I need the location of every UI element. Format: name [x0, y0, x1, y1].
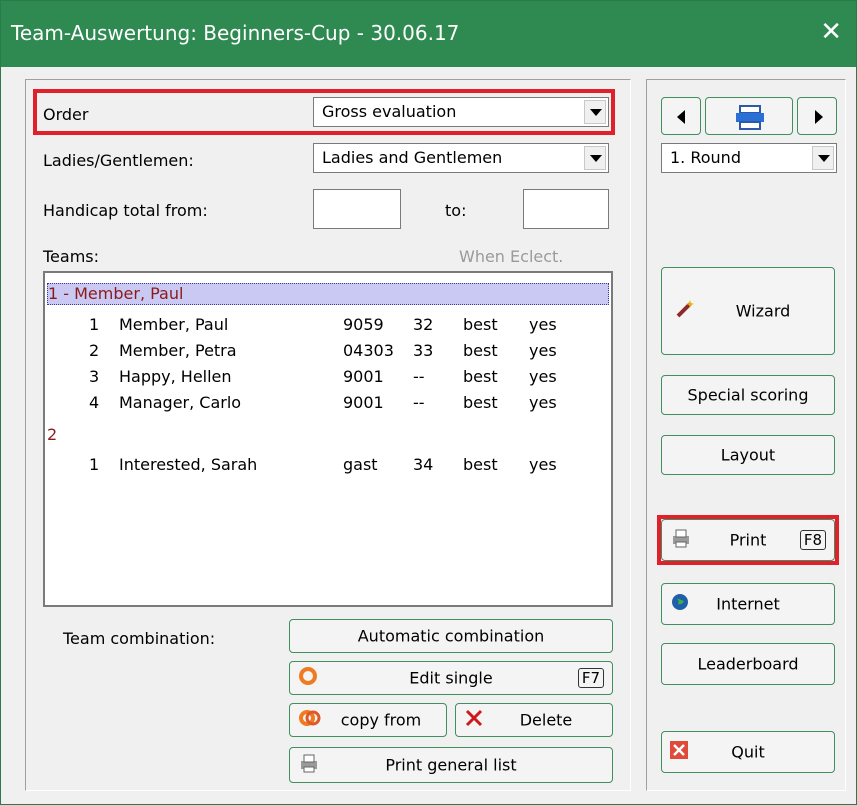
team-header[interactable]: 2 — [47, 425, 609, 447]
edit-single-button[interactable]: Edit single F7 — [289, 661, 613, 695]
team-member-row[interactable]: 4 Manager, Carlo 9001 -- best yes — [45, 393, 611, 419]
team-header[interactable]: 1 - Member, Paul — [47, 283, 609, 305]
close-icon[interactable]: ✕ — [820, 17, 842, 47]
f8-shortcut-badge: F8 — [799, 530, 826, 550]
triangle-right-icon — [815, 110, 823, 124]
team-member-row[interactable]: 3 Happy, Hellen 9001 -- best yes — [45, 367, 611, 393]
window-title: Team-Auswertung: Beginners-Cup - 30.06.1… — [11, 21, 460, 45]
chevron-down-icon[interactable] — [812, 146, 834, 170]
order-label: Order — [43, 105, 89, 124]
wizard-button[interactable]: Wizard — [661, 267, 835, 355]
chevron-down-icon[interactable] — [584, 146, 606, 170]
f7-shortcut-badge: F7 — [577, 668, 604, 688]
copy-from-button[interactable]: copy from — [289, 703, 447, 737]
automatic-combination-button[interactable]: Automatic combination — [289, 619, 613, 653]
previous-round-button[interactable] — [661, 97, 701, 135]
order-select[interactable]: Gross evaluation — [313, 97, 609, 127]
handicap-from-input[interactable] — [313, 189, 401, 229]
internet-button[interactable]: Internet — [661, 583, 835, 625]
print-button[interactable]: Print F8 — [661, 519, 835, 561]
print-preview-button[interactable] — [705, 97, 793, 135]
special-scoring-button[interactable]: Special scoring — [661, 375, 835, 415]
teams-label: Teams: — [43, 247, 100, 266]
round-select-value: 1. Round — [670, 148, 741, 167]
teams-list[interactable]: 1 - Member, Paul 1 Member, Paul 9059 32 … — [43, 271, 613, 607]
handicap-from-label: Handicap total from: — [43, 201, 208, 220]
ladies-gentlemen-select[interactable]: Ladies and Gentlemen — [313, 143, 609, 173]
leaderboard-button[interactable]: Leaderboard — [661, 643, 835, 685]
title-bar: Team-Auswertung: Beginners-Cup - 30.06.1… — [1, 1, 856, 67]
team-member-row[interactable]: 2 Member, Petra 04303 33 best yes — [45, 341, 611, 367]
team-member-row[interactable]: 1 Interested, Sarah gast 34 best yes — [45, 455, 611, 481]
triangle-left-icon — [677, 110, 685, 124]
ladies-gentlemen-label: Ladies/Gentlemen: — [43, 151, 194, 170]
when-eclect-label: When Eclect. — [459, 247, 564, 266]
delete-button[interactable]: Delete — [455, 703, 613, 737]
round-select[interactable]: 1. Round — [661, 143, 837, 173]
order-select-value: Gross evaluation — [322, 102, 457, 121]
team-evaluation-window: Team-Auswertung: Beginners-Cup - 30.06.1… — [0, 0, 857, 805]
printer-icon — [736, 105, 764, 130]
chevron-down-icon[interactable] — [584, 100, 606, 124]
team-combination-label: Team combination: — [63, 629, 216, 648]
quit-button[interactable]: Quit — [661, 731, 835, 773]
handicap-to-label: to: — [445, 201, 467, 220]
print-general-list-button[interactable]: Print general list — [289, 747, 613, 783]
next-round-button[interactable] — [797, 97, 837, 135]
ladies-gentlemen-value: Ladies and Gentlemen — [322, 148, 503, 167]
team-member-row[interactable]: 1 Member, Paul 9059 32 best yes — [45, 315, 611, 341]
layout-button[interactable]: Layout — [661, 435, 835, 475]
handicap-to-input[interactable] — [523, 189, 609, 229]
